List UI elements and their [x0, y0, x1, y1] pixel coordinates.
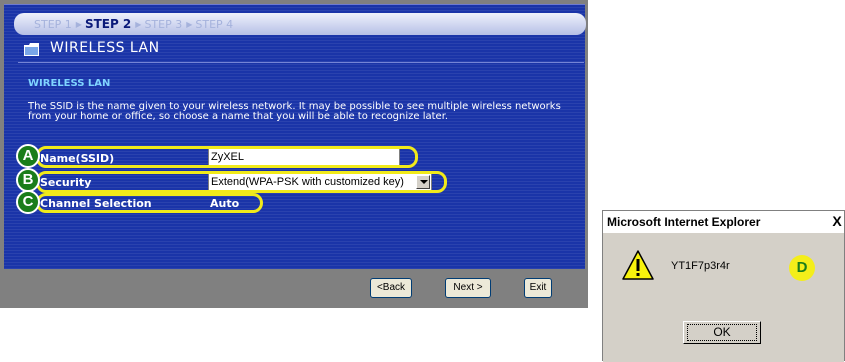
callout-badge-c: C	[16, 190, 40, 214]
step-2-current: STEP 2	[84, 17, 132, 31]
dialog-title: Microsoft Internet Explorer	[607, 215, 761, 229]
dialog-body: YT1F7p3r4r D OK	[603, 233, 844, 362]
callout-ring-a	[36, 146, 418, 168]
title-divider	[18, 62, 584, 63]
back-button[interactable]: <Back	[370, 278, 412, 298]
router-wizard-frame: STEP 1 ▶ STEP 2 ▶ STEP 3 ▶ STEP 4 WIRELE…	[0, 0, 588, 308]
ie-alert-dialog: Microsoft Internet Explorer X YT1F7p3r4r…	[602, 210, 845, 362]
step-arrow-icon: ▶	[186, 19, 193, 29]
callout-badge-d: D	[789, 255, 815, 281]
wizard-step-bar: STEP 1 ▶ STEP 2 ▶ STEP 3 ▶ STEP 4	[14, 13, 586, 35]
close-icon[interactable]: X	[829, 213, 845, 229]
ok-focus-rect	[687, 324, 757, 341]
callout-badge-a: A	[16, 144, 40, 168]
section-heading: WIRELESS LAN	[28, 78, 111, 89]
callout-ring-b	[36, 171, 447, 193]
warning-icon	[622, 250, 654, 280]
callout-badge-b: B	[16, 168, 40, 192]
next-button[interactable]: Next >	[445, 278, 491, 298]
folder-icon	[24, 43, 39, 56]
step-arrow-icon: ▶	[75, 19, 82, 29]
callout-ring-c	[36, 193, 263, 213]
step-arrow-icon: ▶	[135, 19, 142, 29]
step-4: STEP 4	[195, 17, 234, 31]
ssid-description: The SSID is the name given to your wirel…	[28, 101, 561, 122]
page-title: WIRELESS LAN	[50, 40, 160, 56]
dialog-message: YT1F7p3r4r	[671, 260, 730, 272]
step-1: STEP 1	[34, 17, 72, 31]
exit-button[interactable]: Exit	[524, 278, 552, 298]
step-3: STEP 3	[144, 17, 183, 31]
ok-button[interactable]: OK	[683, 321, 761, 344]
dialog-titlebar[interactable]: Microsoft Internet Explorer X	[603, 211, 844, 233]
